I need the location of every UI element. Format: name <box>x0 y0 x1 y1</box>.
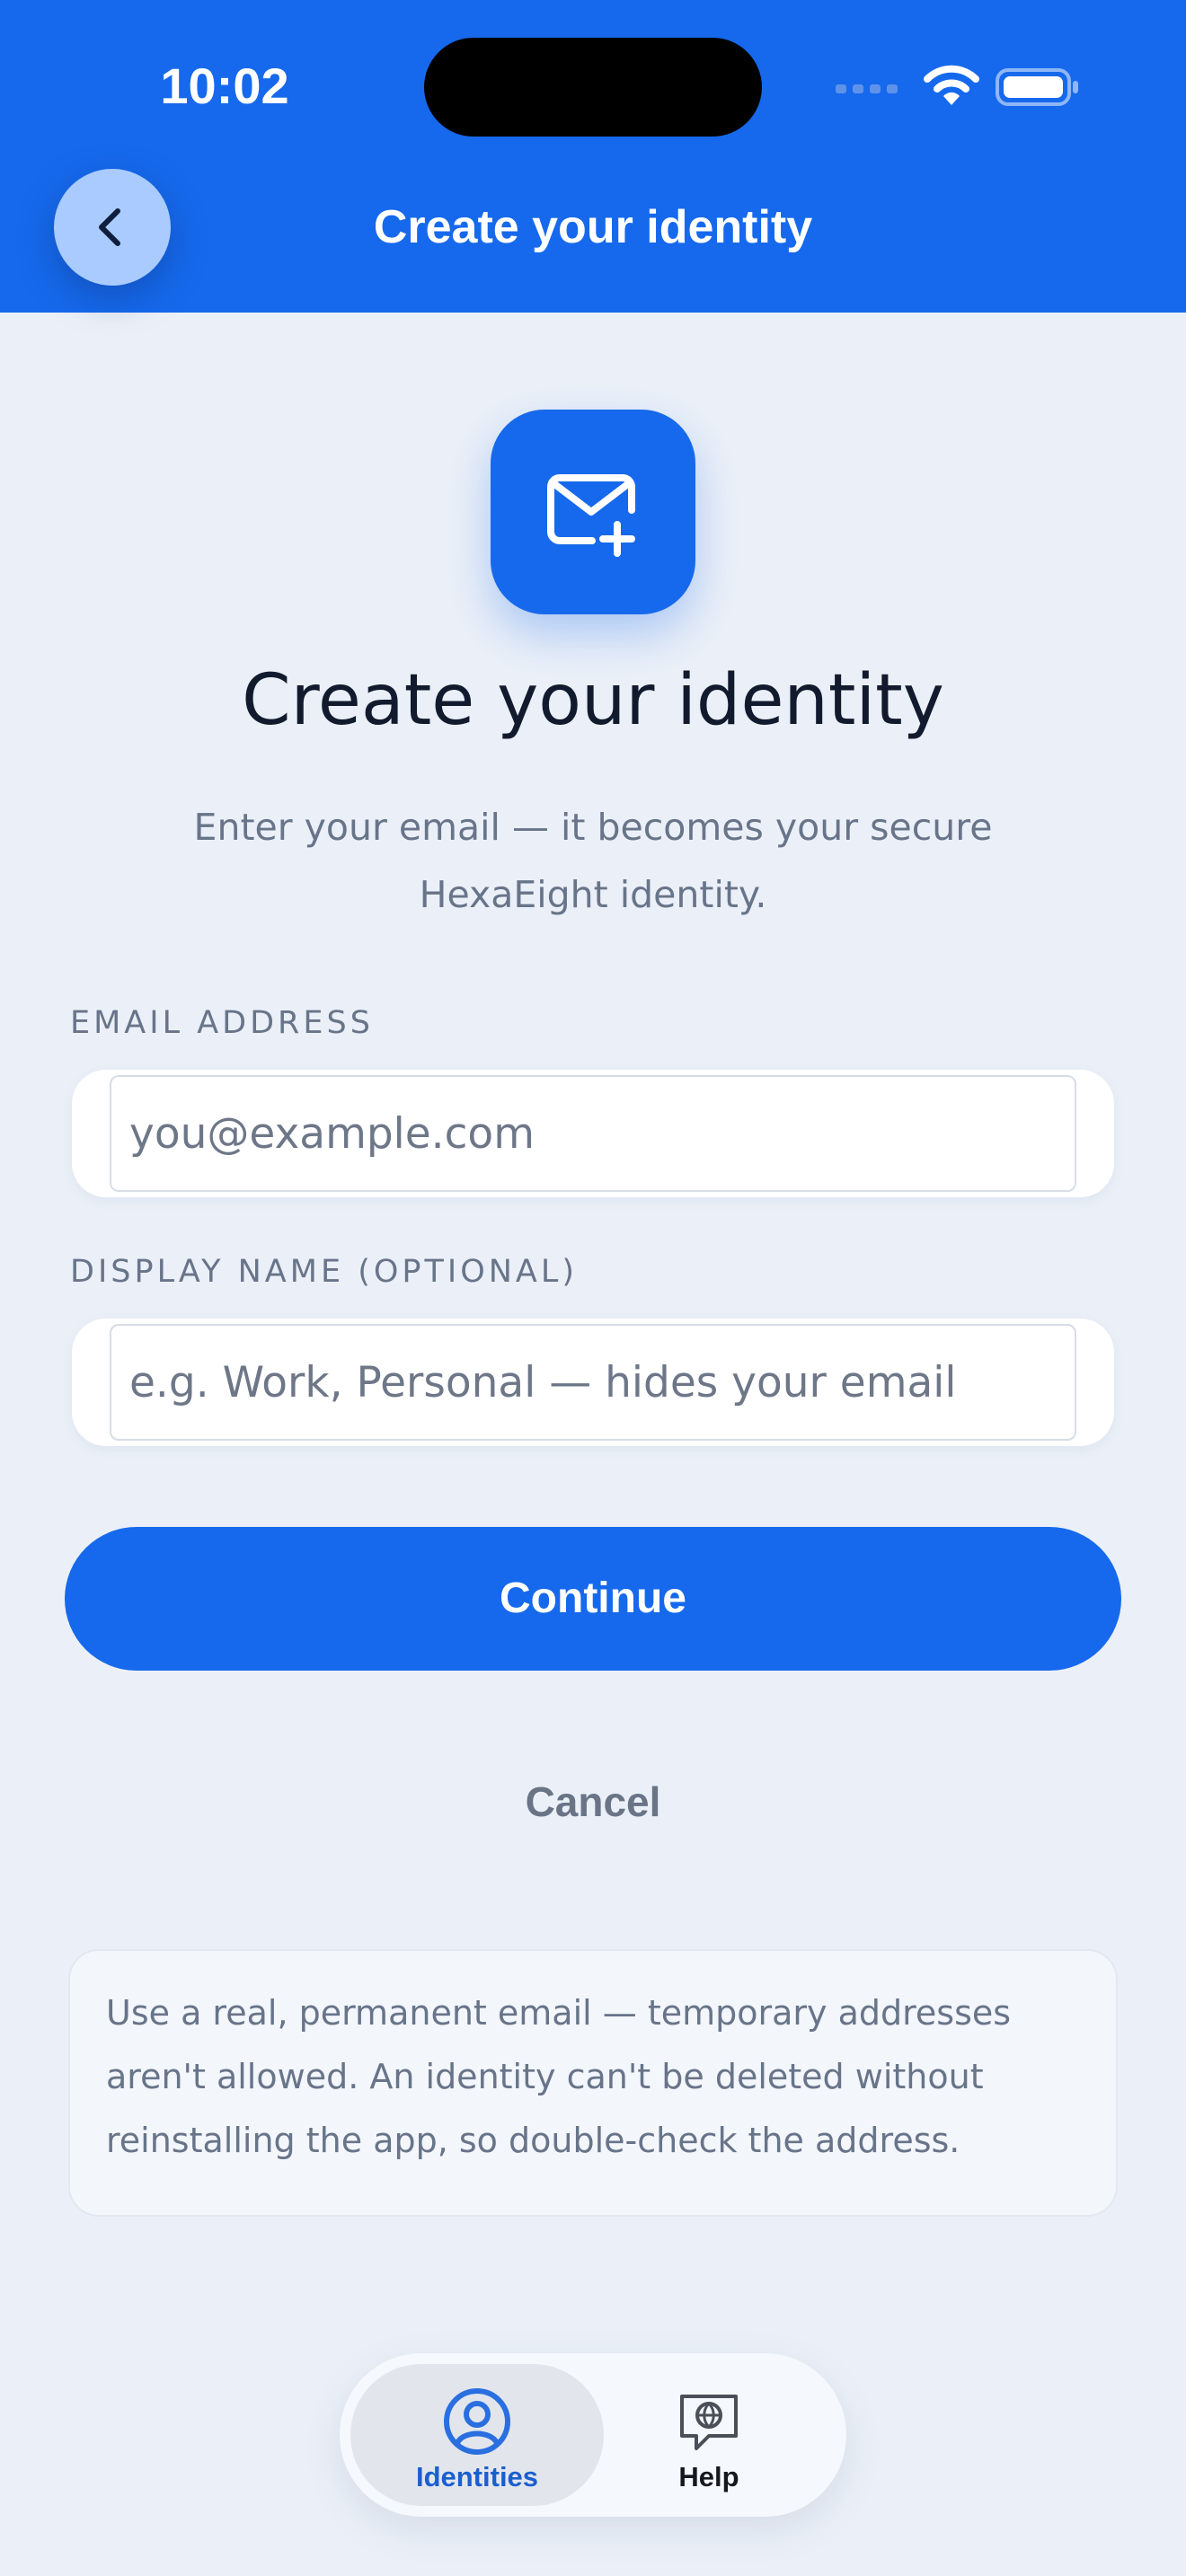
person-circle-icon <box>444 2388 510 2455</box>
tab-bar: Identities Help <box>340 2353 846 2517</box>
display-name-input[interactable] <box>110 1324 1076 1441</box>
email-field-card <box>72 1070 1114 1197</box>
wifi-icon <box>924 65 979 105</box>
back-button[interactable] <box>54 169 171 286</box>
status-time: 10:02 <box>160 57 289 114</box>
header-title: Create your identity <box>373 201 813 253</box>
app-icon <box>491 410 695 614</box>
chevron-left-icon <box>99 208 120 246</box>
status-icons <box>836 63 1080 110</box>
tab-help[interactable]: Help <box>582 2364 836 2506</box>
app-header: 10:02 Create your identity <box>0 0 1186 313</box>
continue-button[interactable]: Continue <box>65 1527 1121 1671</box>
notice-text: Use a real, permanent email — temporary … <box>106 1993 1012 2160</box>
tab-identities[interactable]: Identities <box>350 2364 604 2506</box>
battery-icon <box>996 68 1078 106</box>
email-field-label: EMAIL ADDRESS <box>70 1005 374 1041</box>
display-name-field-card <box>72 1319 1114 1446</box>
cellular-signal-icon <box>836 84 898 93</box>
cancel-button[interactable]: Cancel <box>413 1766 773 1838</box>
notice-card: Use a real, permanent email — temporary … <box>68 1949 1118 2217</box>
dynamic-island <box>424 38 762 137</box>
email-input[interactable] <box>110 1075 1076 1192</box>
tab-help-label: Help <box>678 2461 739 2492</box>
display-name-field-label: DISPLAY NAME (OPTIONAL) <box>70 1254 579 1290</box>
mail-plus-icon <box>547 474 635 557</box>
tab-identities-label: Identities <box>415 2461 539 2492</box>
page-title: Create your identity <box>242 660 944 741</box>
page-subtitle: Enter your email — it becomes your secur… <box>193 806 993 916</box>
chat-globe-icon <box>680 2395 738 2450</box>
